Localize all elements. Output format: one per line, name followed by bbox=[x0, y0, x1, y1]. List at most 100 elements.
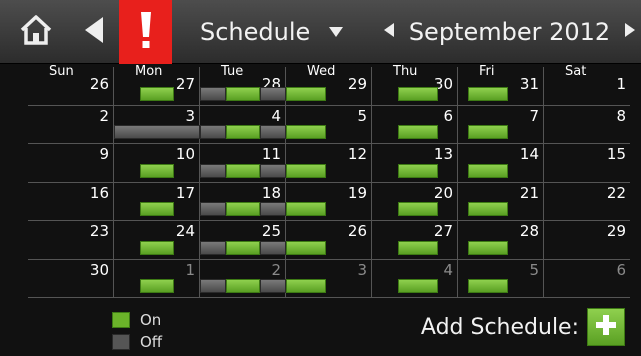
schedule-on-bar[interactable] bbox=[468, 125, 508, 139]
schedule-on-bar[interactable] bbox=[286, 240, 327, 255]
back-button[interactable] bbox=[72, 8, 116, 56]
day-number: 7 bbox=[529, 106, 539, 125]
schedule-off-bar[interactable] bbox=[260, 86, 286, 101]
schedule-off-bar[interactable] bbox=[260, 202, 286, 216]
schedule-on-bar[interactable] bbox=[286, 202, 327, 216]
calendar-day-cell[interactable]: 9 bbox=[28, 144, 114, 183]
schedule-on-bar[interactable] bbox=[468, 86, 508, 101]
schedule-on-bar[interactable] bbox=[139, 279, 175, 293]
previous-month-button[interactable] bbox=[382, 22, 396, 42]
calendar-day-cell[interactable]: 10 bbox=[114, 144, 200, 183]
schedule-off-bar[interactable] bbox=[260, 125, 286, 139]
schedule-off-bar[interactable] bbox=[200, 86, 226, 101]
add-schedule-button[interactable] bbox=[587, 308, 625, 346]
schedule-on-bar[interactable] bbox=[286, 86, 327, 101]
schedule-off-bar[interactable] bbox=[200, 279, 226, 293]
calendar-day-cell[interactable]: 5 bbox=[458, 259, 544, 298]
calendar-day-cell[interactable]: 2 bbox=[28, 105, 114, 144]
schedule-on-bar[interactable] bbox=[397, 125, 439, 139]
calendar-day-cell[interactable]: 20 bbox=[372, 182, 458, 221]
schedule-on-bar[interactable] bbox=[225, 86, 261, 101]
legend: On Off bbox=[112, 309, 162, 353]
day-number: 26 bbox=[347, 222, 367, 240]
schedule-on-bar[interactable] bbox=[468, 279, 508, 293]
calendar-day-cell[interactable]: 5 bbox=[286, 105, 372, 144]
schedule-on-bar[interactable] bbox=[397, 279, 439, 293]
calendar-day-cell[interactable]: 19 bbox=[286, 182, 372, 221]
calendar-day-cell[interactable]: 23 bbox=[28, 221, 114, 260]
calendar-day-cell[interactable]: 17 bbox=[114, 182, 200, 221]
schedule-off-bar[interactable] bbox=[114, 125, 200, 139]
calendar-day-cell[interactable]: 6 bbox=[544, 260, 630, 298]
legend-on-label: On bbox=[140, 311, 162, 329]
calendar-day-cell[interactable]: 8 bbox=[544, 106, 630, 144]
calendar-day-cell[interactable]: 24 bbox=[114, 221, 200, 260]
calendar-day-cell[interactable]: 2 bbox=[200, 259, 286, 298]
schedule-on-bar[interactable] bbox=[139, 86, 175, 101]
next-month-button[interactable] bbox=[623, 22, 637, 42]
page-title: Schedule bbox=[200, 18, 311, 46]
schedule-on-bar[interactable] bbox=[225, 240, 261, 255]
schedule-off-bar[interactable] bbox=[200, 240, 226, 255]
schedule-on-bar[interactable] bbox=[225, 202, 261, 216]
calendar-day-cell[interactable]: 7 bbox=[458, 105, 544, 144]
home-button[interactable] bbox=[6, 8, 66, 56]
schedule-off-bar[interactable] bbox=[200, 202, 226, 216]
schedule-on-bar[interactable] bbox=[139, 202, 175, 216]
plus-icon bbox=[595, 314, 617, 340]
calendar-day-cell[interactable]: 3 bbox=[286, 259, 372, 298]
day-number: 27 bbox=[175, 75, 195, 93]
calendar-day-cell[interactable]: 3 bbox=[114, 105, 200, 144]
schedule-on-bar[interactable] bbox=[139, 163, 175, 178]
schedule-on-bar[interactable] bbox=[286, 125, 327, 139]
schedule-on-bar[interactable] bbox=[225, 279, 261, 293]
calendar-day-cell[interactable]: 12 bbox=[286, 144, 372, 183]
calendar-day-cell[interactable]: 11 bbox=[200, 144, 286, 183]
month-navigator: September 2012 bbox=[382, 0, 637, 64]
schedule-menu[interactable]: Schedule bbox=[200, 0, 344, 64]
calendar-day-cell[interactable]: 1 bbox=[114, 259, 200, 298]
schedule-off-bar[interactable] bbox=[260, 279, 286, 293]
schedule-off-bar[interactable] bbox=[200, 163, 226, 178]
day-number: 14 bbox=[519, 145, 539, 163]
calendar-day-cell[interactable]: 22 bbox=[544, 183, 630, 221]
calendar-day-cell[interactable]: 16 bbox=[28, 182, 114, 221]
schedule-off-bar[interactable] bbox=[260, 240, 286, 255]
calendar-day-cell[interactable]: 6 bbox=[372, 105, 458, 144]
schedule-on-bar[interactable] bbox=[286, 163, 327, 178]
calendar-day-cell[interactable]: 25 bbox=[200, 221, 286, 260]
calendar-day-cell[interactable]: 28 bbox=[458, 221, 544, 260]
calendar-day-cell[interactable]: 15 bbox=[544, 144, 630, 183]
calendar-day-cell[interactable]: 21 bbox=[458, 182, 544, 221]
schedule-on-bar[interactable] bbox=[397, 163, 439, 178]
day-number: 30 bbox=[89, 260, 109, 279]
calendar-day-cell[interactable]: 4 bbox=[372, 259, 458, 298]
day-number: 22 bbox=[606, 183, 626, 202]
schedule-on-bar[interactable] bbox=[225, 163, 261, 178]
schedule-on-bar[interactable] bbox=[397, 202, 439, 216]
schedule-on-bar[interactable] bbox=[225, 125, 261, 139]
schedule-on-bar[interactable] bbox=[286, 279, 327, 293]
schedule-on-bar[interactable] bbox=[139, 240, 175, 255]
calendar-day-cell[interactable]: 30 bbox=[28, 259, 114, 298]
month-label: September 2012 bbox=[408, 18, 611, 46]
schedule-on-bar[interactable] bbox=[397, 240, 439, 255]
schedule-on-bar[interactable] bbox=[468, 163, 508, 178]
day-header: Fri bbox=[476, 65, 498, 79]
calendar-day-cell[interactable]: 27 bbox=[372, 221, 458, 260]
alert-button[interactable] bbox=[119, 0, 172, 64]
calendar-day-cell[interactable]: 26 bbox=[286, 221, 372, 260]
calendar-day-cell[interactable]: 4 bbox=[200, 105, 286, 144]
calendar-day-cell[interactable]: 14 bbox=[458, 144, 544, 183]
schedule-off-bar[interactable] bbox=[260, 163, 286, 178]
calendar-day-cell[interactable]: 29 bbox=[544, 221, 630, 260]
home-icon bbox=[19, 14, 53, 50]
calendar-day-cell[interactable]: 31 bbox=[458, 67, 544, 106]
schedule-on-bar[interactable] bbox=[468, 202, 508, 216]
schedule-on-bar[interactable] bbox=[397, 86, 439, 101]
calendar-day-cell[interactable]: 18 bbox=[200, 182, 286, 221]
schedule-on-bar[interactable] bbox=[468, 240, 508, 255]
day-header: Wed bbox=[304, 65, 339, 79]
calendar-day-cell[interactable]: 13 bbox=[372, 144, 458, 183]
schedule-off-bar[interactable] bbox=[200, 125, 226, 139]
